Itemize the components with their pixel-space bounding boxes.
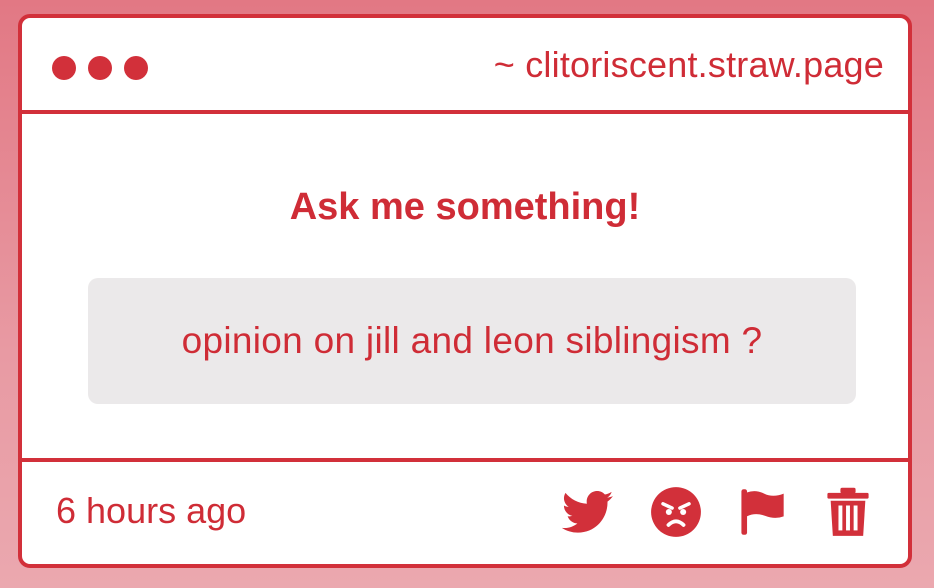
window-dot-2 (88, 56, 112, 80)
question-text: opinion on jill and leon siblingism ? (181, 320, 763, 361)
footer-bar: 6 hours ago (22, 458, 908, 564)
flag-icon[interactable] (736, 486, 788, 538)
title-bar: ~ clitoriscent.straw.page (22, 18, 908, 114)
page-url[interactable]: ~ clitoriscent.straw.page (494, 44, 884, 86)
twitter-icon[interactable] (562, 486, 614, 538)
trash-icon[interactable] (822, 486, 874, 538)
page-title: Ask me something! (289, 186, 641, 228)
angry-face-icon[interactable] (650, 486, 702, 538)
question-box: opinion on jill and leon siblingism ? (88, 278, 856, 404)
timestamp: 6 hours ago (56, 490, 247, 531)
window-dot-3 (124, 56, 148, 80)
browser-window: ~ clitoriscent.straw.page Ask me somethi… (18, 14, 912, 568)
ask-panel: Ask me something! opinion on jill and le… (22, 114, 908, 462)
window-dot-1 (52, 56, 76, 80)
